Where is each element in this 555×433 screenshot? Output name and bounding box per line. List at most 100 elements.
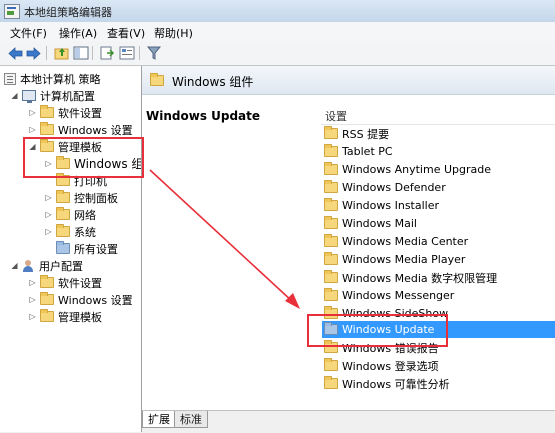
list-item[interactable]: Windows Media Player: [322, 251, 555, 268]
tree-item-label: 控制面板: [74, 191, 118, 205]
filter-icon[interactable]: [145, 45, 162, 61]
tree-item-label: Windows 设置: [58, 123, 133, 137]
tree-item-label: 网络: [74, 208, 96, 222]
folder-icon: [40, 139, 54, 152]
folder-icon: [324, 216, 338, 229]
expand-icon[interactable]: ▷: [28, 312, 37, 321]
list-item-label: Windows 可靠性分析: [342, 377, 450, 391]
tree-item-control-panel[interactable]: ▷ 控制面板: [44, 189, 118, 206]
tree-item-network[interactable]: ▷ 网络: [44, 206, 96, 223]
list-item[interactable]: Windows Media 数字权限管理: [322, 269, 555, 286]
tree-item-user-config[interactable]: ◢ 用户配置: [10, 257, 83, 274]
content-pane: Windows 组件 Windows Update 设置 RSS 提要 Tabl…: [142, 66, 555, 433]
list-item[interactable]: Windows 错误报告: [322, 339, 555, 356]
list-item-label: Windows Defender: [342, 181, 446, 194]
toolbar-separator: [46, 46, 47, 60]
list-item-label: Windows Media 数字权限管理: [342, 271, 498, 285]
expand-icon[interactable]: ▷: [28, 278, 37, 287]
list-item[interactable]: Windows Anytime Upgrade: [322, 161, 555, 178]
menu-bar: 文件(F) 操作(A) 查看(V) 帮助(H): [0, 22, 555, 42]
tree-item-label: 系统: [74, 225, 96, 239]
folder-icon: [40, 275, 54, 288]
tree-item-label: 管理模板: [58, 140, 102, 154]
list-item[interactable]: Windows Defender: [322, 179, 555, 196]
forward-icon[interactable]: [25, 45, 42, 61]
tree-item-label: 本地计算机 策略: [20, 72, 101, 86]
folder-icon: [324, 322, 338, 335]
list-item[interactable]: Windows 可靠性分析: [322, 375, 555, 392]
menu-view[interactable]: 查看(V): [107, 25, 145, 41]
tab-extended[interactable]: 扩展: [142, 411, 176, 428]
expand-icon[interactable]: ▷: [44, 210, 53, 219]
list-item[interactable]: Windows Installer: [322, 197, 555, 214]
tree-item-user-windows-settings[interactable]: ▷ Windows 设置: [28, 291, 133, 308]
folder-icon: [324, 270, 338, 283]
list-item-label: Windows Messenger: [342, 289, 455, 302]
policy-icon: [4, 72, 16, 85]
export-list-icon[interactable]: [98, 45, 115, 61]
collapse-icon[interactable]: ◢: [10, 91, 19, 100]
folder-icon: [324, 340, 338, 353]
list-item[interactable]: Windows Mail: [322, 215, 555, 232]
folder-icon: [324, 252, 338, 265]
tree-item-user-software-settings[interactable]: ▷ 软件设置: [28, 274, 102, 291]
expand-icon[interactable]: ▷: [44, 227, 53, 236]
tree-item-user-admin-templates[interactable]: ▷ 管理模板: [28, 308, 102, 325]
folder-icon: [324, 288, 338, 301]
toolbar: [0, 41, 555, 66]
menu-action[interactable]: 操作(A): [59, 25, 97, 41]
column-header-label: 设置: [325, 110, 347, 123]
folder-icon: [324, 358, 338, 371]
tree-item-admin-templates[interactable]: ◢ 管理模板: [28, 138, 102, 155]
folder-icon: [56, 156, 70, 169]
expand-icon[interactable]: ▷: [28, 108, 37, 117]
list-item-label: Windows 登录选项: [342, 359, 439, 373]
tree-item-system[interactable]: ▷ 系统: [44, 223, 96, 240]
app-icon: [4, 4, 20, 19]
folder-icon: [324, 306, 338, 319]
content-header-title: Windows 组件: [172, 75, 254, 89]
collapse-icon[interactable]: ◢: [10, 261, 19, 270]
title-bar: 本地组策略编辑器: [0, 0, 555, 23]
column-header-settings[interactable]: 设置: [321, 106, 555, 125]
properties-icon[interactable]: [118, 45, 135, 61]
list-item[interactable]: Windows SideShow: [322, 305, 555, 322]
folder-icon: [324, 162, 338, 175]
toolbar-separator: [139, 46, 140, 60]
expand-icon[interactable]: ▷: [44, 193, 53, 202]
list-item[interactable]: Windows Messenger: [322, 287, 555, 304]
back-icon[interactable]: [7, 45, 24, 61]
tree-item-computer-config[interactable]: ◢ 计算机配置: [10, 87, 95, 104]
toolbar-separator: [92, 46, 93, 60]
expand-icon[interactable]: ▷: [44, 159, 53, 168]
tree-item-printers[interactable]: 打印机: [56, 172, 107, 189]
list-item-label: Windows Installer: [342, 199, 440, 212]
menu-help[interactable]: 帮助(H): [154, 25, 193, 41]
list-item-label: Windows Anytime Upgrade: [342, 163, 491, 176]
folder-icon: [324, 144, 338, 157]
tree-item-label: 管理模板: [58, 310, 102, 324]
list-item[interactable]: Windows 登录选项: [322, 357, 555, 374]
tree-item-label: 用户配置: [39, 259, 83, 273]
list-item[interactable]: RSS 提要: [322, 125, 555, 142]
list-item[interactable]: Windows Media Center: [322, 233, 555, 250]
tree-item-all-settings[interactable]: 所有设置: [56, 240, 118, 257]
tree-item-root[interactable]: 本地计算机 策略: [4, 70, 101, 87]
list-item-selected[interactable]: Windows Update: [322, 321, 555, 338]
window-title: 本地组策略编辑器: [24, 6, 112, 19]
tab-standard[interactable]: 标准: [174, 411, 208, 428]
tree-item-software-settings[interactable]: ▷ 软件设置: [28, 104, 102, 121]
list-item-label: Windows Media Player: [342, 253, 466, 266]
list-item[interactable]: Tablet PC: [322, 143, 555, 160]
tree-item-windows-settings[interactable]: ▷ Windows 设置: [28, 121, 133, 138]
show-hide-tree-icon[interactable]: [72, 45, 89, 61]
folder-icon: [324, 198, 338, 211]
expand-icon[interactable]: ▷: [28, 125, 37, 134]
tree-item-windows-components[interactable]: ▷ Windows 组件: [44, 155, 141, 172]
folder-icon: [324, 126, 338, 139]
list-item-label: Windows Media Center: [342, 235, 469, 248]
collapse-icon[interactable]: ◢: [28, 142, 37, 151]
menu-file[interactable]: 文件(F): [10, 25, 47, 41]
up-folder-icon[interactable]: [53, 45, 70, 61]
expand-icon[interactable]: ▷: [28, 295, 37, 304]
